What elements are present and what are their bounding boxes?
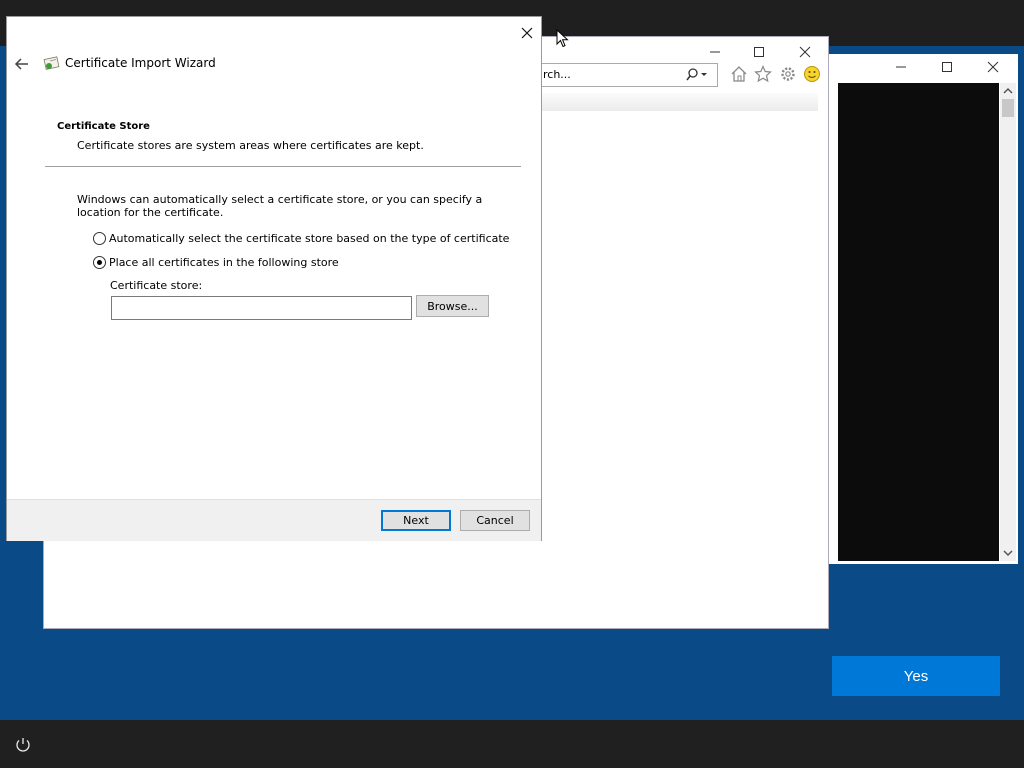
browser-maximize-button[interactable] (744, 43, 774, 61)
console-output (838, 83, 999, 561)
section-subtitle: Certificate stores are system areas wher… (77, 139, 424, 152)
radio-auto-select[interactable]: Automatically select the certificate sto… (93, 230, 509, 246)
next-button[interactable]: Next (381, 510, 451, 531)
wizard-title: Certificate Import Wizard (65, 56, 216, 70)
browser-search-box[interactable]: rch... (514, 63, 718, 87)
maximize-icon (754, 47, 764, 57)
gear-icon[interactable] (779, 65, 797, 83)
console-maximize-button[interactable] (932, 58, 962, 76)
store-description: Windows can automatically select a certi… (77, 193, 483, 219)
console-close-button[interactable] (978, 58, 1008, 76)
radio-auto-label[interactable]: Automatically select the certificate sto… (109, 232, 509, 245)
maximize-icon (942, 62, 952, 72)
power-icon[interactable] (14, 736, 32, 754)
browser-minimize-button[interactable] (700, 43, 730, 61)
console-window[interactable] (828, 54, 1018, 564)
browser-close-button[interactable] (790, 43, 820, 61)
home-icon[interactable] (730, 65, 748, 83)
favorites-star-icon[interactable] (754, 65, 772, 83)
radio-place-all-indicator[interactable] (93, 255, 106, 269)
minimize-icon (710, 51, 720, 53)
console-scrollbar[interactable] (1000, 83, 1016, 561)
scroll-up-icon[interactable] (1000, 85, 1016, 97)
browse-button[interactable]: Browse... (416, 295, 489, 317)
taskbar (0, 720, 1024, 768)
back-arrow-icon[interactable] (13, 55, 31, 73)
close-icon (799, 46, 811, 58)
wizard-footer: Next Cancel (7, 499, 541, 541)
minimize-icon (896, 66, 906, 68)
cancel-button[interactable]: Cancel (460, 510, 530, 531)
close-icon (521, 27, 533, 39)
search-icon[interactable] (685, 67, 713, 83)
radio-place-all[interactable]: Place all certificates in the following … (93, 254, 339, 270)
close-icon (987, 61, 999, 73)
certificate-store-field[interactable] (111, 296, 412, 320)
header-divider (45, 166, 521, 167)
scroll-down-icon[interactable] (1000, 547, 1016, 559)
mouse-cursor-icon (556, 29, 569, 48)
section-heading: Certificate Store (57, 121, 150, 132)
certificate-icon (43, 56, 60, 70)
browser-tab-strip (534, 93, 818, 111)
console-minimize-button[interactable] (886, 58, 916, 76)
radio-place-all-label[interactable]: Place all certificates in the following … (109, 256, 339, 269)
console-scroll-thumb[interactable] (1002, 99, 1014, 117)
certificate-store-label: Certificate store: (110, 279, 203, 292)
yes-button[interactable]: Yes (832, 656, 1000, 696)
search-text: rch... (543, 68, 571, 81)
smiley-icon[interactable] (803, 65, 821, 83)
radio-auto-indicator[interactable] (93, 231, 106, 245)
wizard-close-button[interactable] (515, 23, 539, 43)
certificate-import-wizard: Certificate Import Wizard Certificate St… (7, 17, 541, 541)
